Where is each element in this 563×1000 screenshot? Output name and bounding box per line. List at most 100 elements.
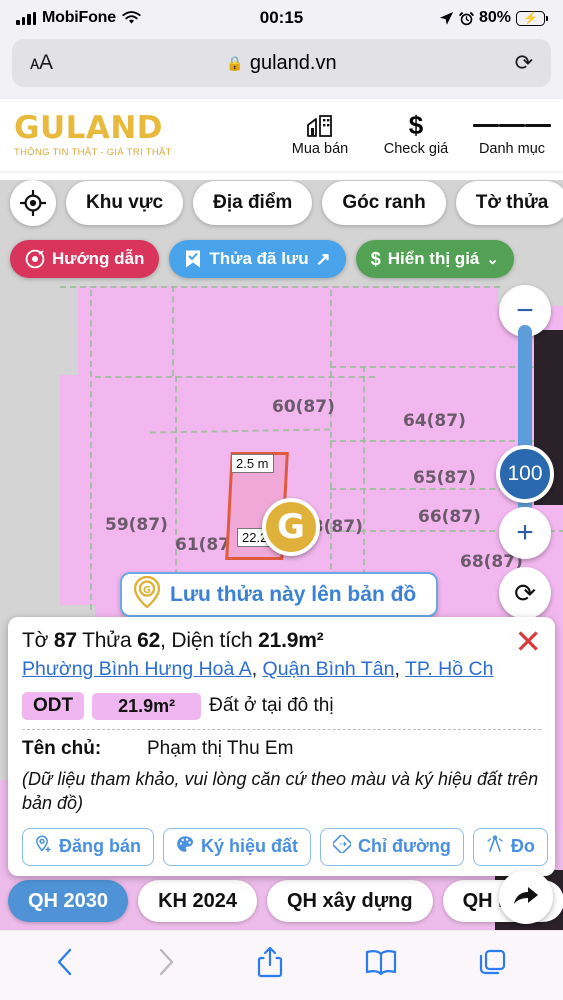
browser-url-bar-container: ᴀA 🔒 guland.vn ⟳ xyxy=(0,36,563,99)
battery-percent: 80% xyxy=(478,9,511,26)
action-do[interactable]: Đo xyxy=(472,827,548,866)
owner-value: Phạm thị Thu Em xyxy=(147,738,294,759)
chevron-down-icon: ⌄ xyxy=(486,251,499,268)
back-icon[interactable] xyxy=(55,947,75,984)
map-parcel-label: 66(87) xyxy=(418,507,481,527)
dollar-icon: $ xyxy=(370,248,381,269)
share-fab-button[interactable] xyxy=(499,870,553,924)
logo-tagline: THÔNG TIN THẬT - GIÁ TRỊ THẬT xyxy=(14,146,172,158)
url-text: guland.vn xyxy=(249,51,337,74)
play-circle-icon xyxy=(25,249,45,269)
planning-tabs: QH 2030 KH 2024 QH xây dựng QH khác xyxy=(8,880,563,922)
pill-thua-da-luu[interactable]: Thửa đã lưu ↗ xyxy=(169,240,346,278)
action-dang-ban[interactable]: Đăng bán xyxy=(22,827,155,866)
action-label: Chỉ đường xyxy=(358,836,451,857)
guland-pin-icon: G xyxy=(133,575,161,614)
owner-key: Tên chủ: xyxy=(22,738,102,759)
map-canvas[interactable]: 60(87) 64(87) 59(87) 65(87) 61(87) 63(87… xyxy=(0,180,563,1000)
save-parcel-label: Lưu thửa này lên bản đồ xyxy=(170,582,417,606)
pill-hien-thi-gia[interactable]: $ Hiển thị giá ⌄ xyxy=(355,240,514,278)
land-type-label: Đất ở tại đô thị xyxy=(209,695,334,716)
parcel-title: Tờ 87 Thửa 62, Diện tích 21.9m² xyxy=(22,629,324,652)
svg-text:G: G xyxy=(143,585,151,596)
tab-kh-2024[interactable]: KH 2024 xyxy=(138,880,257,922)
parcel-info-panel: ✕ Tờ 87 Thửa 62, Diện tích 21.9m² Phường… xyxy=(8,617,555,876)
zoom-slider-thumb[interactable]: 100 xyxy=(496,445,554,503)
browser-url-bar[interactable]: ᴀA 🔒 guland.vn ⟳ xyxy=(12,39,551,87)
action-ky-hieu-dat[interactable]: Ký hiệu đất xyxy=(163,827,312,866)
url-display[interactable]: 🔒 guland.vn xyxy=(12,52,551,75)
pill-label: Hướng dẫn xyxy=(52,249,145,268)
map-action-pill-row: Hướng dẫn Thửa đã lưu ↗ $ Hiển thị giá ⌄ xyxy=(10,240,514,278)
sheet-number: 87 xyxy=(53,629,77,652)
locate-me-button[interactable] xyxy=(10,180,56,226)
lock-icon: 🔒 xyxy=(226,54,244,71)
filter-to-thua[interactable]: Tờ thửa xyxy=(455,181,563,225)
browser-toolbar xyxy=(0,930,563,1000)
address-city-link[interactable]: TP. Hồ Ch xyxy=(405,658,494,680)
map-boundary xyxy=(60,286,500,288)
action-label: Đo xyxy=(510,836,535,857)
nav-item-mua-ban[interactable]: Mua bán xyxy=(283,114,357,157)
map-boundary xyxy=(172,286,174,376)
status-right: 80% ⚡ xyxy=(439,9,548,27)
bookmark-check-icon xyxy=(186,250,201,268)
logo-text: GULAND xyxy=(14,109,164,146)
site-header: GULAND THÔNG TIN THẬT - GIÁ TRỊ THẬT Mua… xyxy=(0,99,563,171)
map-boundary xyxy=(330,290,332,610)
address-links: Phường Bình Hưng Hoà A, Quận Bình Tân, T… xyxy=(22,658,494,680)
pill-label: Thửa đã lưu xyxy=(209,249,309,268)
tabs-icon[interactable] xyxy=(478,947,508,984)
action-chi-duong[interactable]: Chỉ đường xyxy=(320,827,464,866)
tab-qh-xay-dung[interactable]: QH xây dựng xyxy=(267,880,433,922)
map-pin-plus-icon xyxy=(35,835,52,858)
map-zoom-controls: − 100 + ⟳ xyxy=(496,285,554,619)
close-icon[interactable]: ✕ xyxy=(514,625,542,658)
land-type-row: ODT 21.9m² Đất ở tại đô thị xyxy=(22,692,541,720)
forward-icon xyxy=(156,947,176,984)
parcel-number: 62 xyxy=(137,629,161,652)
nav-label: Check giá xyxy=(383,140,449,157)
map-parcel-label: 59(87) xyxy=(105,515,168,535)
dollar-icon: $ xyxy=(408,110,424,140)
address-district-link[interactable]: Quận Bình Tân xyxy=(263,658,395,680)
marker-letter: G xyxy=(277,507,305,547)
filter-dia-diem[interactable]: Địa điểm xyxy=(193,181,313,225)
tab-qh-2030[interactable]: QH 2030 xyxy=(8,880,129,922)
share-icon[interactable] xyxy=(257,946,283,985)
logo[interactable]: GULAND THÔNG TIN THẬT - GIÁ TRỊ THẬT xyxy=(14,109,172,158)
nav-label: Danh mục xyxy=(478,140,546,157)
action-label: Đăng bán xyxy=(59,836,142,857)
refresh-button[interactable]: ⟳ xyxy=(499,567,551,619)
nav-item-check-gia[interactable]: $ Check giá xyxy=(379,110,453,157)
ios-status-bar: MobiFone 00:15 80% ⚡ xyxy=(0,0,563,36)
guland-map-marker[interactable]: G xyxy=(262,498,320,556)
sheet-prefix: Tờ xyxy=(22,629,49,652)
directions-icon xyxy=(332,834,352,858)
share-arrow-icon xyxy=(514,887,538,904)
battery-charging-icon: ⚡ xyxy=(516,10,548,26)
filter-khu-vuc[interactable]: Khu vực xyxy=(66,181,184,225)
filter-goc-ranh[interactable]: Góc ranh xyxy=(322,181,446,225)
address-ward-link[interactable]: Phường Bình Hưng Hoà A xyxy=(22,658,252,680)
parcel-actions: Đăng bán Ký hiệu đất Chỉ đường Đo xyxy=(22,827,548,866)
screen: MobiFone 00:15 80% ⚡ ᴀA 🔒 guland.vn ⟳ GU… xyxy=(0,0,563,1000)
map-boundary xyxy=(90,290,92,610)
area-prefix: Diện tích xyxy=(171,629,253,652)
bookmarks-icon[interactable] xyxy=(365,948,397,983)
arrow-up-right-icon: ↗ xyxy=(315,248,331,269)
map-parcel-block xyxy=(60,375,190,605)
zoom-in-button[interactable]: + xyxy=(499,507,551,559)
palette-icon xyxy=(176,835,194,858)
save-parcel-button[interactable]: G Lưu thửa này lên bản đồ xyxy=(120,572,439,617)
wifi-icon xyxy=(122,11,141,24)
action-label: Ký hiệu đất xyxy=(201,836,299,857)
nav-label: Mua bán xyxy=(291,140,349,157)
buildings-icon xyxy=(307,114,333,138)
land-code-badge: ODT xyxy=(22,692,85,720)
map-filter-row: Khu vực Địa điểm Góc ranh Tờ thửa xyxy=(10,180,563,226)
map-boundary xyxy=(95,376,375,378)
pill-huong-dan[interactable]: Hướng dẫn xyxy=(10,240,160,278)
status-left: MobiFone xyxy=(16,9,141,27)
nav-item-danh-muc[interactable]: Danh mục xyxy=(473,114,551,157)
